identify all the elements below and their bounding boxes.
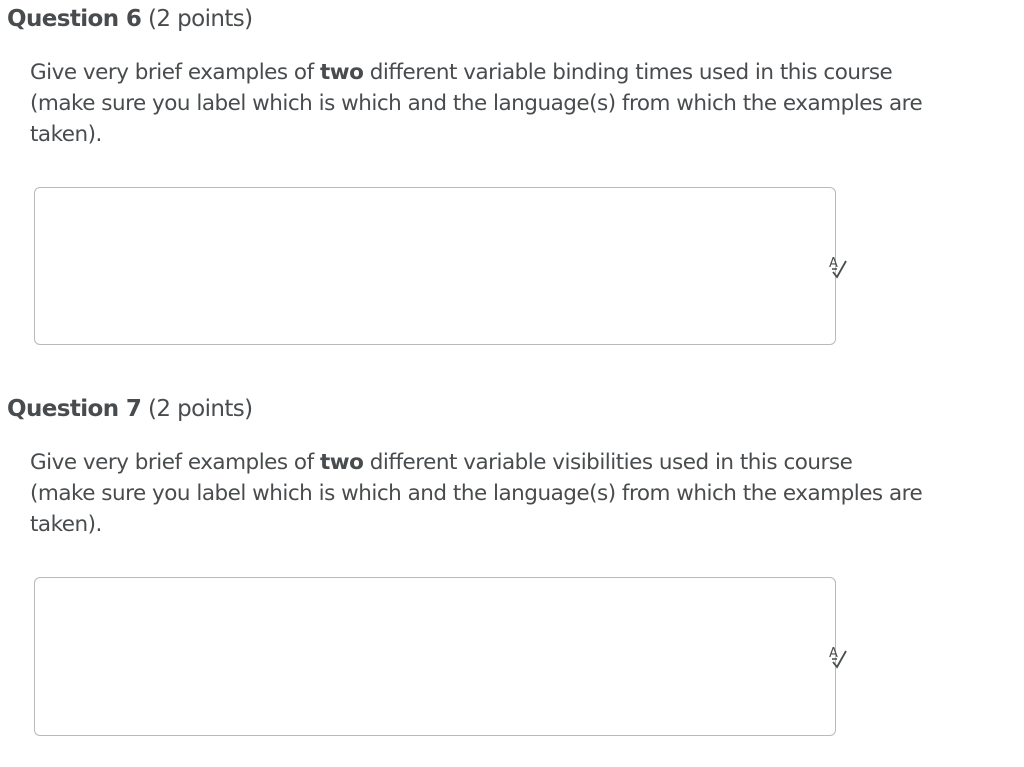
question-points: (2 points) [148,396,253,422]
question-title: Question 7 (2 points) [7,396,253,422]
prompt-text: Give very brief examples of [30,450,320,475]
prompt-text: different variable binding times used in… [363,60,893,85]
answer-textarea[interactable] [34,187,836,345]
question-title: Question 6 (2 points) [7,6,253,32]
prompt-line-1: Give very brief examples of two differen… [30,57,1016,88]
answer-textarea[interactable] [34,577,836,736]
prompt-emphasis: two [320,60,364,85]
prompt-emphasis: two [320,450,364,475]
prompt-line-2: (make sure you label which is which and … [30,91,923,116]
question-number: Question 6 [7,6,142,32]
prompt-line-2: (make sure you label which is which and … [30,481,923,506]
prompt-line-3: taken). [30,122,102,147]
question-points: (2 points) [148,6,253,32]
prompt-text: Give very brief examples of [30,60,320,85]
spell-check-icon[interactable]: A [822,643,852,669]
prompt-text: different variable visibilities used in … [363,450,853,475]
question-number: Question 7 [7,396,142,422]
question-prompt: Give very brief examples of two differen… [30,447,1016,540]
question-prompt: Give very brief examples of two differen… [30,57,1016,150]
prompt-line-3: taken). [30,512,102,537]
prompt-line-1: Give very brief examples of two differen… [30,447,1016,478]
spell-check-icon[interactable]: A [822,253,852,279]
